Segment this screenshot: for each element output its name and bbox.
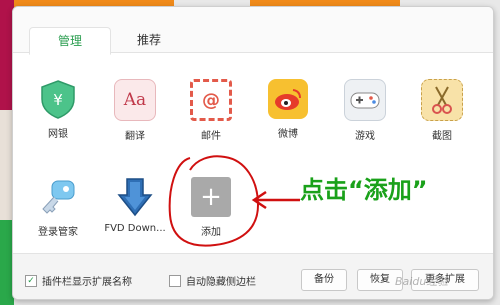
annotation-arrow	[251, 190, 300, 210]
annotation-text: 点击“添加”	[300, 176, 428, 204]
annotation-circle	[168, 155, 260, 247]
annotation-overlay	[168, 155, 300, 247]
